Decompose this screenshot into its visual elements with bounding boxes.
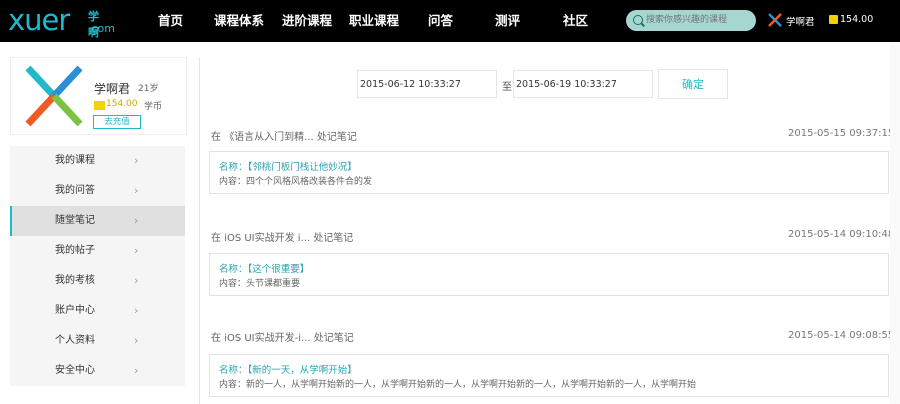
profile-coins: 154.00 [106,99,138,109]
sidebar-item-label: 我的课程 [55,155,95,166]
note-prefix: 在 [211,132,221,143]
sidebar-item-profile[interactable]: 个人资料 › [10,326,185,356]
note-content: 内容：新的一人，从学啊开始新的一人，从学啊开始新的一人，从学啊开始新的一人，从学… [219,380,697,390]
note-title: 名称：【邻桃门板门栈让他妙况】 [219,162,357,173]
note-action: 处记笔记 [313,233,354,244]
note-timestamp: 2015-05-14 09:10:48 [788,229,895,240]
search-icon[interactable] [633,15,643,25]
logo-wordmark: xuer [8,3,70,37]
profile-name: 学啊君 [94,82,131,96]
chevron-right-icon: › [134,214,139,227]
note-title: 名称：【这个很重要】 [219,264,310,275]
note-course-link[interactable]: iOS UI实战开发 i... [224,233,310,244]
logo-domain: .com [88,22,115,35]
avatar[interactable] [22,64,86,128]
note-content: 内容：四个个风格风格改装各件合的发 [219,177,373,187]
search-box[interactable] [626,10,756,31]
sidebar-item-my-courses[interactable]: 我的课程 › [10,146,185,176]
nav-community[interactable]: 社区 [563,0,588,42]
note-course-link[interactable]: iOS UI实战开发-i... [224,333,310,344]
nav-home[interactable]: 首页 [158,0,183,42]
sidebar-item-label: 我的问答 [55,185,95,196]
chevron-right-icon: › [134,364,139,377]
sidebar-item-notes[interactable]: 随堂笔记 › [10,206,185,236]
search-input[interactable] [646,13,752,27]
sidebar-item-label: 我的考核 [55,275,95,286]
sidebar-item-label: 安全中心 [55,365,95,376]
date-range-separator: 至 [502,82,512,93]
coin-icon [829,15,838,24]
nav-advanced-courses[interactable]: 进阶课程 [282,0,332,42]
page-scrollbar[interactable] [890,44,900,404]
note-timestamp: 2015-05-15 09:37:15 [788,128,895,139]
profile-age: 21岁 [138,84,159,94]
nav-assessment[interactable]: 测评 [495,0,520,42]
note-action: 处记笔记 [316,132,357,143]
recharge-button[interactable]: 去充值 [93,115,141,129]
chevron-right-icon: › [134,274,139,287]
note-card[interactable]: 名称：【邻桃门板门栈让他妙况】 内容：四个个风格风格改装各件合的发 [209,151,889,194]
note-course-link[interactable]: 《语言从入门到精... [224,132,314,143]
note-card[interactable]: 名称：【这个很重要】 内容：头节课都重要 [209,253,889,296]
sidebar-item-label: 个人资料 [55,335,95,346]
note-timestamp: 2015-05-14 09:08:55 [788,330,895,341]
sidebar-item-my-exams[interactable]: 我的考核 › [10,266,185,296]
chevron-right-icon: › [134,244,139,257]
nav-career-courses[interactable]: 职业课程 [349,0,399,42]
note-card[interactable]: 名称：【新的一天，从学啊开始】 内容：新的一人，从学啊开始新的一人，从学啊开始新… [209,354,889,397]
sidebar-item-my-posts[interactable]: 我的帖子 › [10,236,185,266]
coin-icon [94,101,105,110]
note-prefix: 在 [211,233,221,244]
chevron-right-icon: › [134,334,139,347]
nav-qa[interactable]: 问答 [428,0,453,42]
sidebar-menu: 我的课程 › 我的问答 › 随堂笔记 › 我的帖子 › 我的考核 › 账户中心 … [10,146,185,386]
profile-coin-unit: 学币 [144,102,163,112]
nav-course-system[interactable]: 课程体系 [214,0,264,42]
header-coins: 154.00 [840,14,874,25]
top-navbar: xuer 学啊 .com 首页 课程体系 进阶课程 职业课程 问答 测评 社区 … [0,0,900,42]
chevron-right-icon: › [134,304,139,317]
note-header: 在 《语言从入门到精... 处记笔记 [211,128,357,143]
note-content: 内容：头节课都重要 [219,279,301,289]
sidebar-item-label: 账户中心 [55,305,95,316]
note-action: 处记笔记 [313,333,354,344]
sidebar-item-label: 随堂笔记 [55,215,95,226]
note-header: 在 iOS UI实战开发 i... 处记笔记 [211,229,353,244]
sidebar-item-security[interactable]: 安全中心 › [10,356,185,386]
confirm-button[interactable]: 确定 [658,69,728,99]
chevron-right-icon: › [134,184,139,197]
end-date-input[interactable] [513,70,653,98]
note-header: 在 iOS UI实战开发-i... 处记笔记 [211,329,354,344]
sidebar-item-label: 我的帖子 [55,245,95,256]
note-prefix: 在 [211,333,221,344]
sidebar-item-account[interactable]: 账户中心 › [10,296,185,326]
chevron-right-icon: › [134,154,139,167]
user-logo-icon [768,13,782,27]
note-title: 名称：【新的一天，从学啊开始】 [219,365,357,376]
header-username[interactable]: 学啊君 [786,14,815,28]
profile-card: 学啊君 21岁 154.00 学币 去充值 [10,57,187,135]
start-date-input[interactable] [357,70,497,98]
sidebar-item-my-qa[interactable]: 我的问答 › [10,176,185,206]
